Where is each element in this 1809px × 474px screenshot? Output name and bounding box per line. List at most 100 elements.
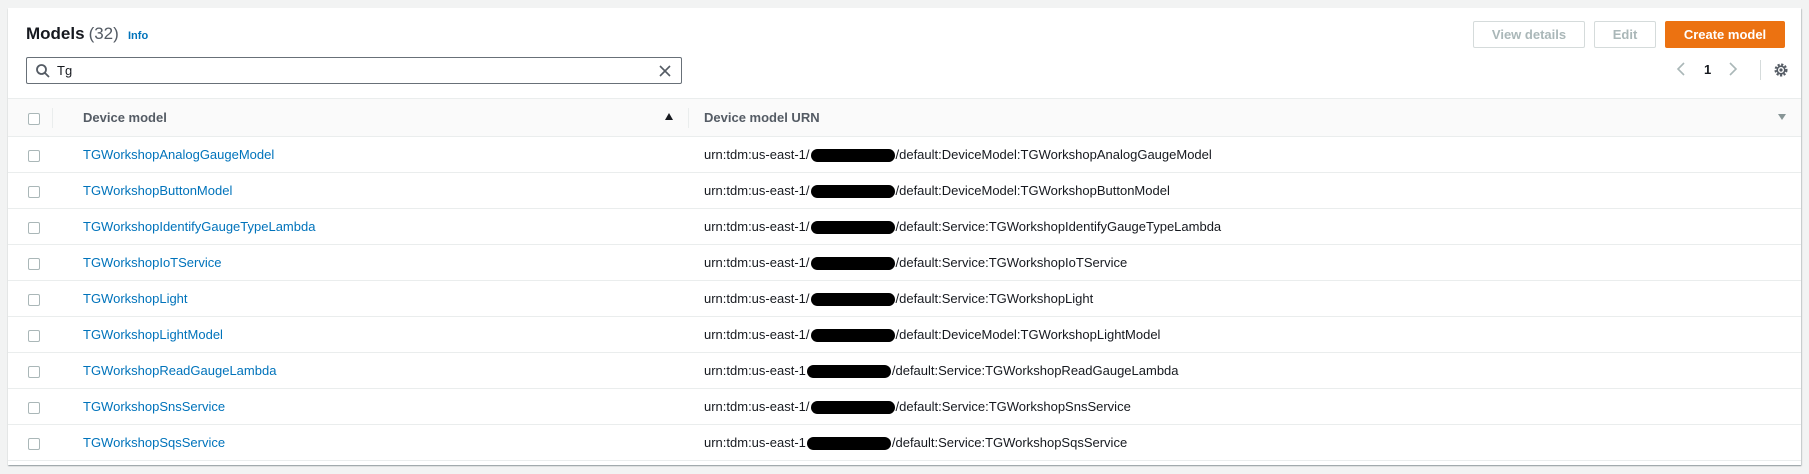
device-model-urn: urn:tdm:us-east-1/ /default:Service:TGWor… <box>688 388 1801 425</box>
urn-prefix: urn:tdm:us-east-1 <box>704 434 806 450</box>
redaction-mark <box>810 401 895 415</box>
urn-prefix: urn:tdm:us-east-1 <box>704 362 806 378</box>
device-model-link[interactable]: TGWorkshopSqsService <box>52 435 225 450</box>
urn-prefix: urn:tdm:us-east-1/ <box>704 398 810 414</box>
table-row: TGWorkshopLightModel urn:tdm:us-east-1/ /… <box>8 316 1801 353</box>
urn-prefix: urn:tdm:us-east-1/ <box>704 182 810 198</box>
table-row: TGWorkshopSqsService urn:tdm:us-east-1/d… <box>8 424 1801 461</box>
select-all-cell <box>8 98 52 137</box>
redaction-mark <box>810 329 895 343</box>
row-checkbox[interactable] <box>28 293 40 306</box>
row-checkbox[interactable] <box>28 185 40 198</box>
urn-suffix: /default:Service:TGWorkshopIoTService <box>895 254 1128 270</box>
search-input[interactable] <box>57 60 647 81</box>
device-model-link[interactable]: TGWorkshopButtonModel <box>52 183 232 198</box>
row-checkbox[interactable] <box>28 365 40 378</box>
device-model-link[interactable]: TGWorkshopAnalogGaugeModel <box>52 147 274 162</box>
redaction-mark <box>806 365 891 379</box>
column-header-device-model[interactable]: Device model <box>52 98 688 137</box>
edit-button[interactable]: Edit <box>1594 21 1656 48</box>
device-model-link[interactable]: TGWorkshopIdentifyGaugeTypeLambda <box>52 219 315 234</box>
redaction-mark <box>810 257 895 271</box>
models-panel: Models (32) Info View details Edit Create… <box>8 8 1801 465</box>
table-row: TGWorkshopAnalogGaugeModel urn:tdm:us-ea… <box>8 136 1801 173</box>
urn-prefix: urn:tdm:us-east-1/ <box>704 218 810 234</box>
column-label: Device model URN <box>704 110 820 125</box>
search-field[interactable] <box>26 57 682 84</box>
device-model-urn: urn:tdm:us-east-1/ /default:Service:TGWor… <box>688 244 1801 281</box>
urn-suffix: /default:Service:TGWorkshopSnsService <box>895 398 1131 414</box>
row-select-cell <box>8 136 52 173</box>
row-select-cell <box>8 316 52 353</box>
urn-suffix: /default:Service:TGWorkshopReadGaugeLamb… <box>891 362 1179 378</box>
device-model-link[interactable]: TGWorkshopLightModel <box>52 327 223 342</box>
gear-icon[interactable] <box>1772 61 1790 79</box>
redaction-mark <box>810 221 895 235</box>
caret-up-icon[interactable] <box>664 112 674 122</box>
info-link[interactable]: Info <box>128 30 148 42</box>
close-icon[interactable] <box>657 63 673 79</box>
column-divider <box>52 108 53 128</box>
column-header-device-model-urn[interactable]: Device model URN <box>688 98 1801 137</box>
chevron-right-icon[interactable] <box>1728 62 1738 76</box>
device-model-urn: urn:tdm:us-east-1/ /default:Service:TGWor… <box>688 208 1801 245</box>
table-row: TGWorkshopIoTService urn:tdm:us-east-1/ /… <box>8 244 1801 281</box>
redaction-mark <box>810 149 895 163</box>
column-label: Device model <box>83 110 167 125</box>
urn-suffix: /default:Service:TGWorkshopSqsService <box>891 434 1128 450</box>
row-select-cell <box>8 172 52 209</box>
row-checkbox[interactable] <box>28 149 40 162</box>
row-select-cell <box>8 352 52 389</box>
urn-prefix: urn:tdm:us-east-1/ <box>704 254 810 270</box>
select-all-checkbox[interactable] <box>28 112 40 125</box>
device-model-urn: urn:tdm:us-east-1/default:Service:TGWork… <box>688 352 1801 389</box>
row-select-cell <box>8 208 52 245</box>
redaction-mark <box>806 437 891 451</box>
redaction-mark <box>810 293 895 307</box>
caret-down-icon[interactable] <box>1777 113 1787 121</box>
urn-prefix: urn:tdm:us-east-1/ <box>704 290 810 306</box>
row-checkbox[interactable] <box>28 221 40 234</box>
table-row: TGWorkshopLight urn:tdm:us-east-1/ /defau… <box>8 280 1801 317</box>
device-model-urn: urn:tdm:us-east-1/ /default:Service:TGWor… <box>688 280 1801 317</box>
device-model-link[interactable]: TGWorkshopSnsService <box>52 399 225 414</box>
models-table: Device model Device model URN TGWorkshop… <box>8 98 1801 461</box>
urn-suffix: /default:DeviceModel:TGWorkshopButtonMod… <box>895 182 1170 198</box>
model-count: (32) <box>88 24 119 43</box>
device-model-urn: urn:tdm:us-east-1/default:Service:TGWork… <box>688 424 1801 461</box>
row-checkbox[interactable] <box>28 401 40 414</box>
view-details-button[interactable]: View details <box>1473 21 1585 48</box>
table-header-row: Device model Device model URN <box>8 98 1801 137</box>
row-checkbox[interactable] <box>28 257 40 270</box>
device-model-link[interactable]: TGWorkshopIoTService <box>52 255 221 270</box>
device-model-urn: urn:tdm:us-east-1/ /default:DeviceModel:T… <box>688 172 1801 209</box>
urn-suffix: /default:Service:TGWorkshopLight <box>895 290 1094 306</box>
table-row: TGWorkshopSnsService urn:tdm:us-east-1/ /… <box>8 388 1801 425</box>
urn-suffix: /default:DeviceModel:TGWorkshopLightMode… <box>895 326 1161 342</box>
pager-divider <box>1760 60 1761 80</box>
urn-prefix: urn:tdm:us-east-1/ <box>704 146 810 162</box>
search-icon <box>36 64 50 78</box>
current-page[interactable]: 1 <box>1704 62 1711 77</box>
create-model-button[interactable]: Create model <box>1665 21 1785 48</box>
device-model-link[interactable]: TGWorkshopLight <box>52 291 188 306</box>
urn-suffix: /default:Service:TGWorkshopIdentifyGauge… <box>895 218 1222 234</box>
page-title: Models (32) <box>26 24 119 44</box>
device-model-link[interactable]: TGWorkshopReadGaugeLambda <box>52 363 276 378</box>
row-select-cell <box>8 280 52 317</box>
device-model-urn: urn:tdm:us-east-1/ /default:DeviceModel:T… <box>688 136 1801 173</box>
row-select-cell <box>8 244 52 281</box>
redaction-mark <box>810 185 895 199</box>
chevron-left-icon[interactable] <box>1676 62 1686 76</box>
row-checkbox[interactable] <box>28 329 40 342</box>
urn-prefix: urn:tdm:us-east-1/ <box>704 326 810 342</box>
row-select-cell <box>8 424 52 461</box>
table-row: TGWorkshopButtonModel urn:tdm:us-east-1/… <box>8 172 1801 209</box>
column-divider <box>688 108 689 128</box>
urn-suffix: /default:DeviceModel:TGWorkshopAnalogGau… <box>895 146 1212 162</box>
device-model-urn: urn:tdm:us-east-1/ /default:DeviceModel:T… <box>688 316 1801 353</box>
table-row: TGWorkshopIdentifyGaugeTypeLambda urn:td… <box>8 208 1801 245</box>
row-checkbox[interactable] <box>28 437 40 450</box>
row-select-cell <box>8 388 52 425</box>
table-row: TGWorkshopReadGaugeLambda urn:tdm:us-eas… <box>8 352 1801 389</box>
